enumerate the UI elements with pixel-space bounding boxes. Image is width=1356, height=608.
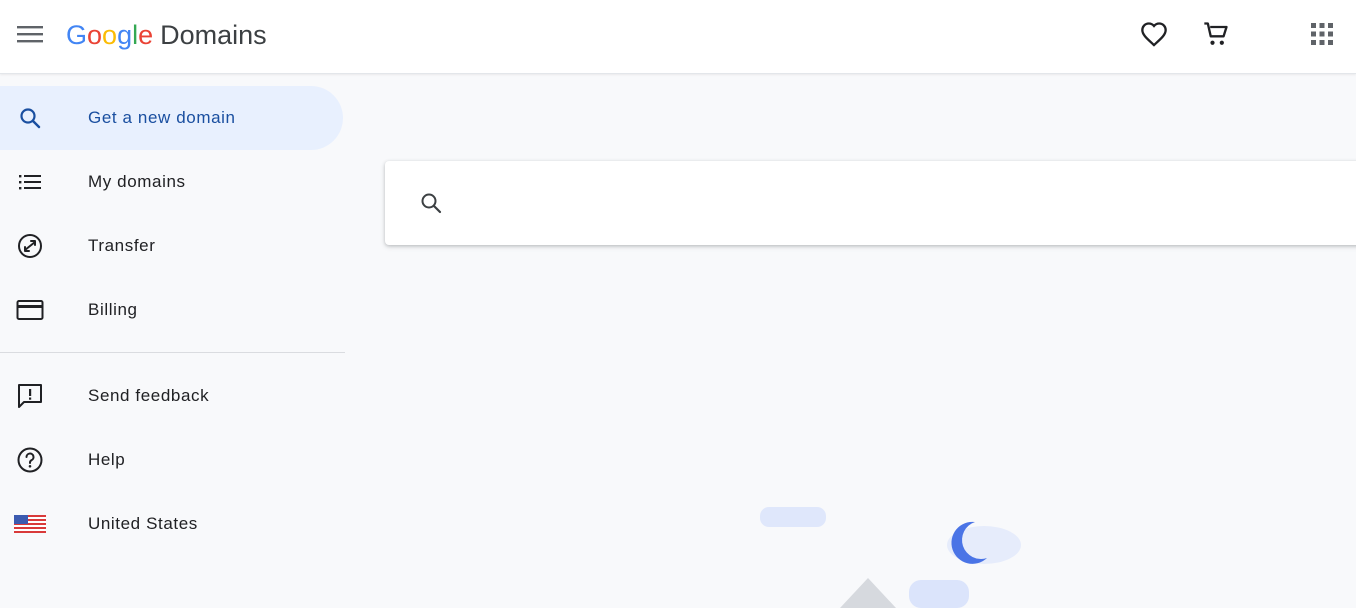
decorative-illustration: [760, 507, 1021, 608]
nav-label: My domains: [88, 172, 186, 191]
nav-help[interactable]: Help: [0, 428, 343, 492]
top-app-bar: Go o g l e Domains: [0, 0, 1356, 74]
apps-grid-icon[interactable]: [1302, 14, 1342, 54]
nav-transfer[interactable]: Transfer: [0, 214, 343, 278]
cart-icon[interactable]: [1196, 14, 1236, 54]
nav-billing[interactable]: Billing: [0, 278, 343, 342]
us-flag-icon: [14, 508, 46, 540]
domain-search-input[interactable]: [465, 179, 1349, 229]
nav-label: United States: [88, 514, 198, 533]
domain-search-card: [385, 161, 1356, 245]
nav-label: Billing: [88, 300, 138, 319]
nav-send-feedback[interactable]: Send feedback: [0, 364, 343, 428]
navigation-drawer: Get a new domain My domains Transfer Bil…: [0, 75, 345, 608]
heart-icon[interactable]: [1134, 14, 1174, 54]
logo-letter: e: [138, 19, 154, 50]
list-icon: [14, 166, 46, 198]
feedback-icon: [14, 380, 46, 412]
search-icon[interactable]: [417, 189, 445, 217]
nav-united-states[interactable]: United States: [0, 492, 343, 556]
nav-label: Transfer: [88, 236, 156, 255]
logo-letter: o: [87, 19, 103, 50]
logo-letter: o: [102, 19, 118, 50]
nav-my-domains[interactable]: My domains: [0, 150, 343, 214]
search-icon: [14, 102, 46, 134]
google-domains-logo[interactable]: Go o g l e Domains: [66, 15, 267, 55]
menu-icon[interactable]: [10, 14, 50, 54]
nav-label: Send feedback: [88, 386, 210, 405]
nav-label: Get a new domain: [88, 108, 236, 127]
credit-card-icon: [14, 294, 46, 326]
nav-get-new-domain[interactable]: Get a new domain: [0, 86, 343, 150]
sidebar-divider: [0, 352, 345, 353]
logo-letter: G: [66, 19, 88, 50]
logo-letter: g: [117, 19, 133, 50]
product-name: Domains: [160, 19, 267, 50]
help-icon: [14, 444, 46, 476]
transfer-icon: [14, 230, 46, 262]
nav-label: Help: [88, 450, 126, 469]
